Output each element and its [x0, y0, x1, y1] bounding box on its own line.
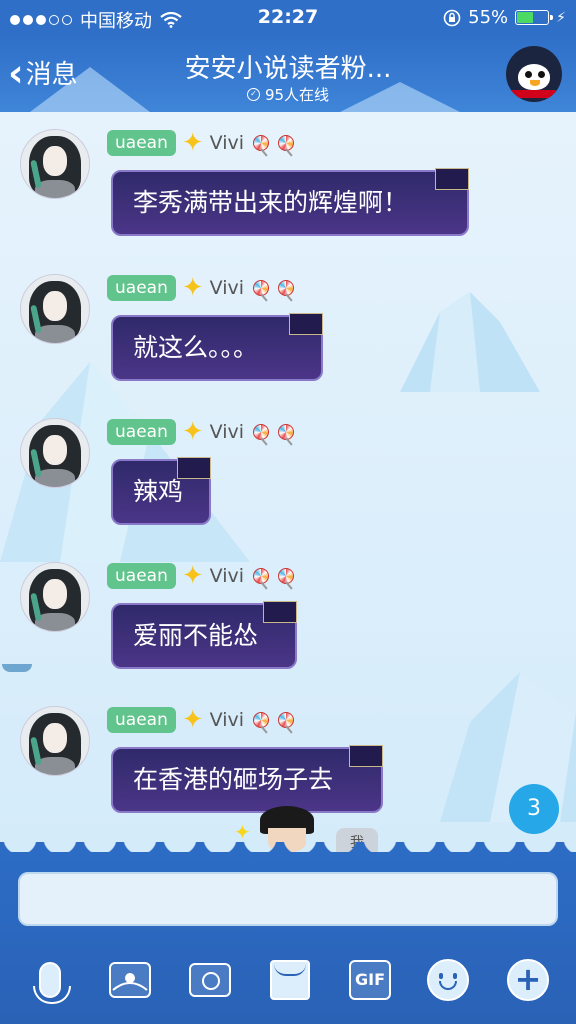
member-tag: uaean [107, 130, 176, 156]
message-input[interactable] [18, 872, 558, 926]
lollipop-icon [253, 712, 270, 728]
member-tag: uaean [107, 275, 176, 301]
online-check-icon: ✓ [246, 88, 260, 101]
member-tag: uaean [107, 563, 176, 589]
message-row: uaean ✦ Vivi 在香港的砸场子去 [0, 689, 576, 819]
sender-nickname[interactable]: Vivi [210, 565, 244, 587]
voice-button[interactable] [26, 956, 74, 1004]
back-button[interactable]: ‹ 消息 [8, 50, 78, 95]
message-text: 爱丽不能怂 [133, 621, 259, 650]
message-bubble[interactable]: 李秀满带出来的辉煌啊！ [111, 168, 469, 236]
sender-avatar[interactable] [20, 129, 90, 199]
battery-level [517, 12, 533, 23]
sender-meta: uaean ✦ Vivi [107, 128, 295, 158]
bubble-corner-decoration [289, 313, 323, 335]
more-button[interactable]: + [504, 956, 552, 1004]
star-badge-icon: ✦ [181, 417, 204, 447]
star-badge-icon: ✦ [181, 273, 204, 303]
nav-bar: ‹ 消息 安安小说读者粉... ✓ 95人在线 [0, 36, 576, 112]
member-tag: uaean [107, 419, 176, 445]
online-status: ✓ 95人在线 [150, 84, 426, 105]
gif-icon: GIF [349, 960, 391, 1000]
message-text: 在香港的砸场子去 [133, 765, 334, 794]
sender-nickname[interactable]: Vivi [210, 132, 244, 154]
gif-button[interactable]: GIF [346, 956, 394, 1004]
orientation-lock-icon [443, 9, 461, 26]
message-row: uaean ✦ Vivi 辣鸡 [0, 401, 576, 531]
lollipop-icon [278, 135, 295, 151]
message-row: uaean ✦ Vivi 就这么。。。 [0, 257, 576, 387]
sender-meta: uaean ✦ Vivi [107, 561, 295, 591]
lollipop-icon [278, 568, 295, 584]
microphone-icon [33, 962, 71, 1004]
star-badge-icon: ✦ [181, 705, 204, 735]
sender-avatar[interactable] [20, 274, 90, 344]
plus-icon: + [507, 959, 549, 1001]
back-label: 消息 [25, 60, 78, 90]
star-badge-icon: ✦ [181, 561, 204, 591]
status-bar: 中国移动 22:27 55% ⚡ [0, 0, 576, 36]
sender-nickname[interactable]: Vivi [210, 277, 244, 299]
lollipop-icon [253, 424, 270, 440]
sender-avatar[interactable] [20, 706, 90, 776]
bubble-corner-decoration [177, 457, 211, 479]
status-right: 55% ⚡ [443, 7, 566, 28]
message-text: 辣鸡 [133, 477, 184, 506]
lollipop-icon [253, 280, 270, 296]
sender-meta: uaean ✦ Vivi [107, 417, 295, 447]
message-row: uaean ✦ Vivi 李秀满带出来的辉煌啊！ [0, 112, 576, 242]
message-bubble[interactable]: 爱丽不能怂 [111, 601, 297, 669]
message-bubble[interactable]: 就这么。。。 [111, 313, 323, 381]
photo-album-icon [109, 962, 151, 998]
photo-album-button[interactable] [106, 956, 154, 1004]
member-tag: uaean [107, 707, 176, 733]
message-text: 就这么。。。 [133, 333, 259, 362]
red-packet-icon [270, 960, 310, 1000]
message-row: uaean ✦ Vivi 爱丽不能怂 [0, 545, 576, 675]
sender-nickname[interactable]: Vivi [210, 421, 244, 443]
emoji-icon [427, 959, 469, 1001]
message-bubble[interactable]: 在香港的砸场子去 [111, 745, 383, 813]
battery-percent: 55% [468, 7, 509, 28]
chat-area[interactable]: uaean ✦ Vivi 李秀满带出来的辉煌啊！ uaean ✦ Vivi 就这么。。。 uae… [0, 112, 576, 852]
sparkle-icon: ✦ [234, 820, 251, 844]
lollipop-icon [278, 712, 295, 728]
lollipop-icon [278, 424, 295, 440]
battery-icon [515, 10, 554, 25]
camera-button[interactable] [186, 956, 234, 1004]
input-bar: GIF + [0, 842, 576, 1024]
bubble-corner-decoration [435, 168, 469, 190]
back-chevron-icon: ‹ [8, 50, 24, 95]
lollipop-icon [278, 280, 295, 296]
charging-icon: ⚡ [556, 9, 566, 26]
message-text: 李秀满带出来的辉煌啊！ [133, 188, 409, 217]
sender-meta: uaean ✦ Vivi [107, 705, 295, 735]
message-bubble[interactable]: 辣鸡 [111, 457, 211, 525]
bubble-corner-decoration [349, 745, 383, 767]
chat-title[interactable]: 安安小说读者粉... [150, 48, 426, 85]
sender-meta: uaean ✦ Vivi [107, 273, 295, 303]
emoji-button[interactable] [424, 956, 472, 1004]
camera-icon [189, 963, 231, 997]
sender-nickname[interactable]: Vivi [210, 709, 244, 731]
group-avatar-penguin-icon[interactable] [506, 46, 562, 102]
sender-avatar[interactable] [20, 562, 90, 632]
star-badge-icon: ✦ [181, 128, 204, 158]
unread-count-badge[interactable]: 3 [509, 784, 559, 834]
wave-decoration [0, 842, 576, 862]
lollipop-icon [253, 568, 270, 584]
red-packet-button[interactable] [266, 956, 314, 1004]
online-count: 95人在线 [264, 86, 330, 104]
toolbar: GIF + [0, 956, 576, 1012]
sender-avatar[interactable] [20, 418, 90, 488]
lollipop-icon [253, 135, 270, 151]
bubble-corner-decoration [263, 601, 297, 623]
